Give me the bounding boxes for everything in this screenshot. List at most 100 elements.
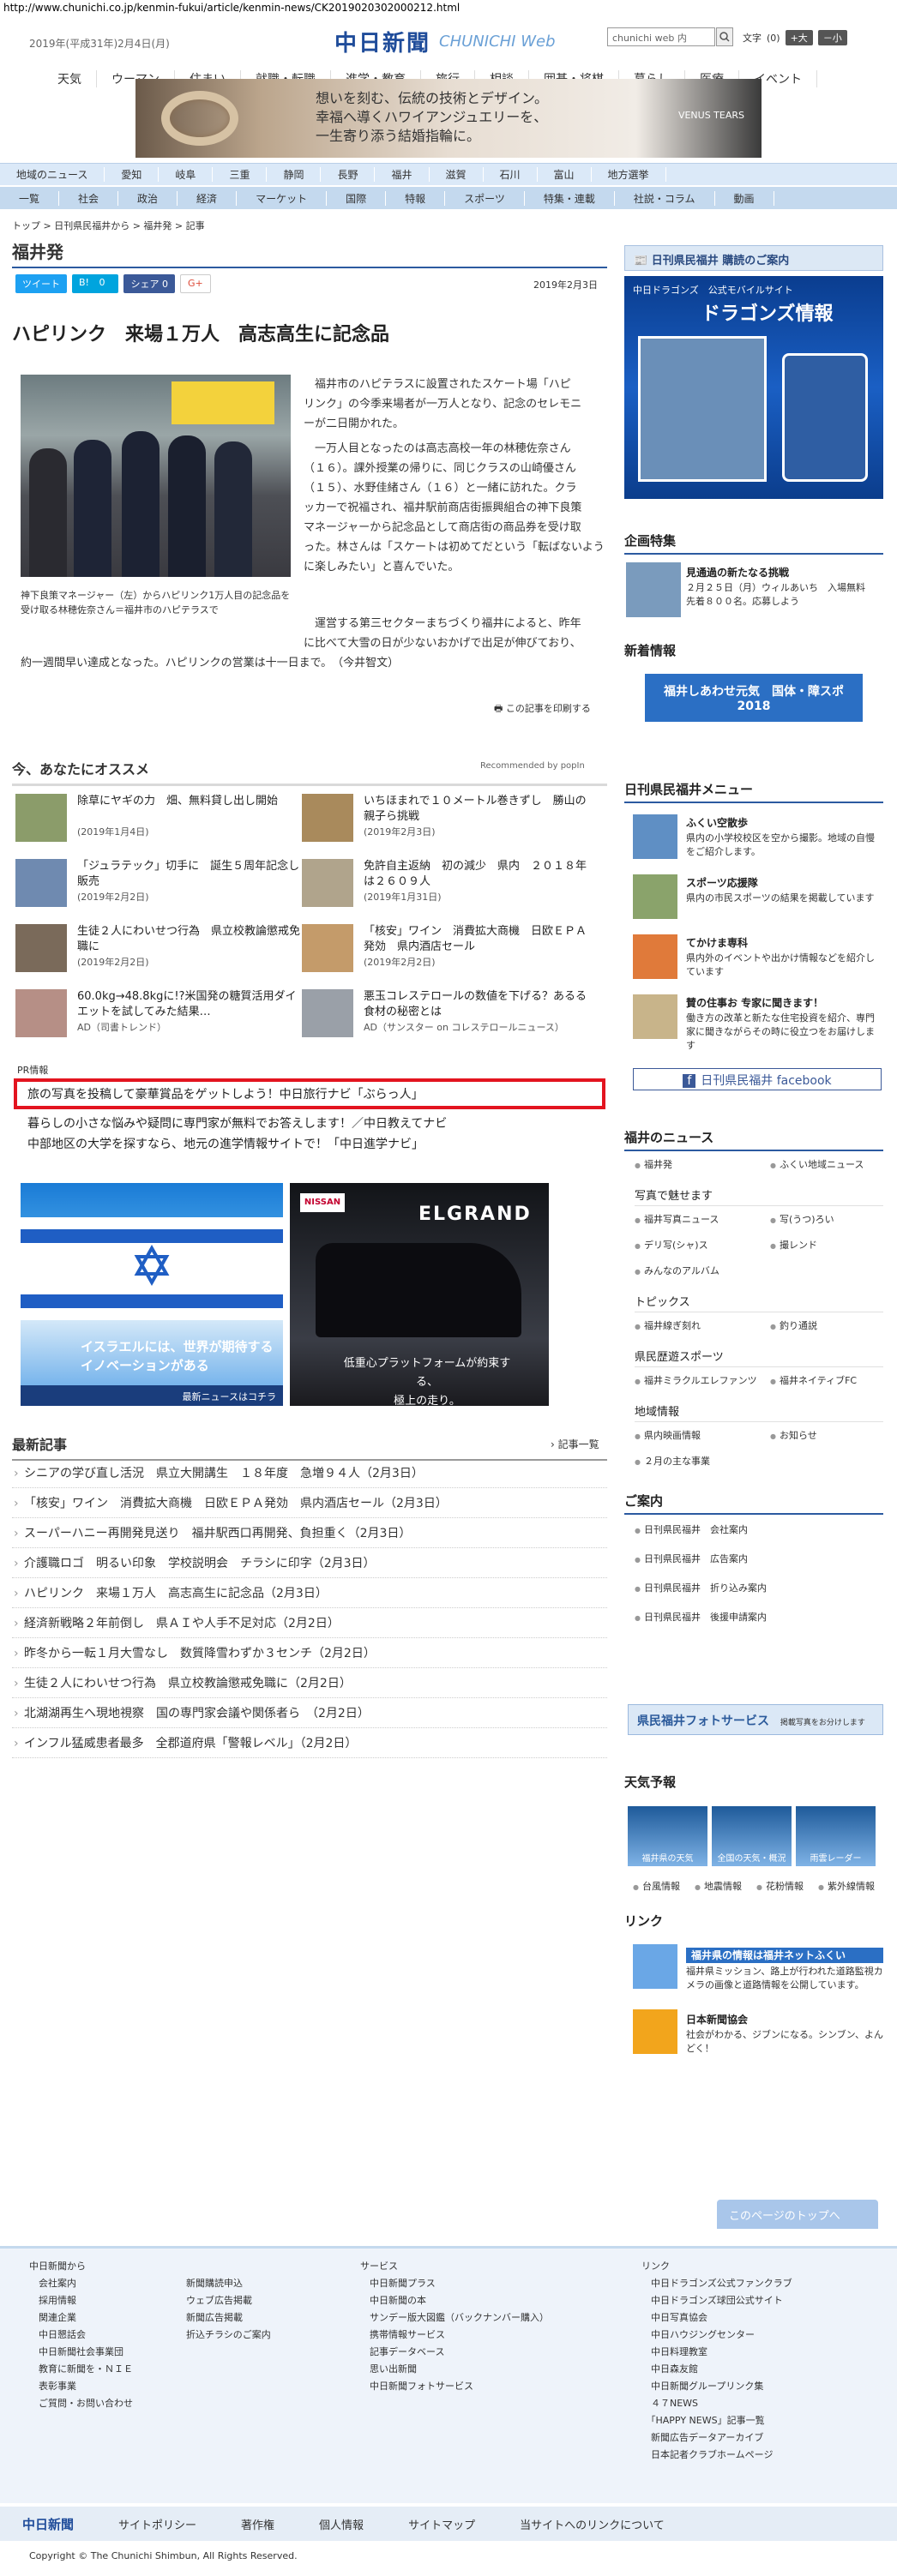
sidebar-link[interactable]: ふくい地域ニュース	[770, 1157, 864, 1171]
new-banner[interactable]: 福井しあわせ元気 国体・障スポ 2018	[645, 674, 863, 722]
link2-thumb[interactable]	[633, 2009, 677, 2054]
menu-item[interactable]: ふくい空散歩 県内の小学校校区を空から撮影。地域の自慢をご紹介します。	[686, 816, 883, 859]
region-nav-item[interactable]: 滋賀	[430, 167, 484, 182]
sidebar-link[interactable]: 日刊県民福井 会社案内	[635, 1522, 748, 1536]
menu-thumb[interactable]	[633, 874, 677, 919]
region-nav-item[interactable]: 愛知	[105, 167, 160, 182]
facebook-share-button[interactable]: シェア 0	[123, 274, 175, 293]
footer-link[interactable]: 中日料理教室	[641, 2344, 792, 2361]
category-nav-item[interactable]: 動画	[715, 190, 774, 206]
sidebar-link[interactable]: 撮レンド	[770, 1238, 817, 1252]
category-nav-item[interactable]: 特報	[386, 190, 446, 206]
link1-thumb[interactable]	[633, 1944, 677, 1989]
weather-national[interactable]: 全国の天気・概況	[712, 1806, 792, 1866]
sidebar-link[interactable]: ２月の主な事業	[635, 1454, 710, 1468]
footer-logo[interactable]: 中日新聞	[0, 2515, 96, 2533]
category-nav-item[interactable]: マーケット	[237, 190, 328, 206]
search-button[interactable]	[716, 27, 733, 46]
sidebar-link[interactable]: 台風情報	[633, 1879, 680, 1893]
sidebar-link[interactable]: 花粉情報	[756, 1879, 804, 1893]
category-nav-item[interactable]: 特集・連載	[525, 190, 615, 206]
site-logo[interactable]: 中日新聞 CHUNICHI Web	[334, 24, 556, 58]
footer-link[interactable]: 中日ドラゴンズ球団公式サイト	[641, 2292, 792, 2309]
footer-link[interactable]: 中日新聞社会事業団	[29, 2344, 133, 2361]
footer-link[interactable]: ご質問・お問い合わせ	[29, 2395, 133, 2412]
breadcrumb[interactable]: トップ > 日刊県民福井から > 福井発 > 記事	[12, 219, 205, 232]
region-nav-item[interactable]: 富山	[538, 167, 592, 182]
tweet-button[interactable]: ツイート	[15, 274, 67, 293]
to-top-button[interactable]: このページのトップへ	[717, 2200, 878, 2229]
sidebar-link[interactable]: デリ写(シャ)ス	[635, 1238, 708, 1252]
nissan-ad[interactable]: NISSAN ELGRAND 低重心プラットフォームが約束する、 極上の走り。	[290, 1183, 549, 1408]
menu-item[interactable]: てかけま専科 県内外のイベントや出かけ情報などを紹介しています	[686, 936, 883, 979]
menu-item[interactable]: スポーツ応援隊 県内の市民スポーツの結果を掲載しています	[686, 876, 883, 905]
region-nav-item[interactable]: 地方選挙	[592, 167, 666, 182]
latest-item[interactable]: 「核安」ワイン 消費拡大商機 日欧ＥＰＡ発効 県内酒店セール（2月3日）	[12, 1489, 607, 1518]
footer-link[interactable]: 中日森友館	[641, 2361, 792, 2378]
top-nav-item[interactable]: 天気	[43, 70, 97, 87]
font-size-up-button[interactable]: +大	[785, 30, 813, 45]
footer-bar-link[interactable]: 著作権	[219, 2516, 297, 2532]
category-nav-item[interactable]: 一覧	[0, 190, 60, 206]
latest-item[interactable]: シニアの学び直し活況 県立大開講生 １８年度 急増９４人（2月3日）	[12, 1459, 607, 1488]
sidebar-link[interactable]: 写(うつ)ろい	[770, 1212, 834, 1226]
subscribe-banner[interactable]: 📰 日刊県民福井 購読のご案内	[624, 245, 883, 271]
dragons-banner[interactable]: 中日ドラゴンズ 公式モバイルサイト ドラゴンズ情報	[624, 276, 883, 499]
israel-ad[interactable]: イスラエルには、世界が期待するイノベーションがある 最新ニュースはコチラ	[21, 1183, 283, 1406]
banner-ad[interactable]: 想いを刻む、伝統の技術とデザイン。 幸福へ導くハワイアンジュエリーを、 一生寄り…	[135, 79, 762, 158]
region-nav-item[interactable]: 石川	[484, 167, 538, 182]
category-nav-item[interactable]: 国際	[327, 190, 387, 206]
pr-highlight-link[interactable]: 旅の写真を投稿して豪華賞品をゲットしよう！中日旅行ナビ「ぶらっ人」	[14, 1078, 605, 1109]
link2-item[interactable]: 日本新聞協会 社会がわかる、ジブンになる。シンブン、よんどく！	[686, 2013, 883, 2056]
footer-link[interactable]: 日本記者クラブホームページ	[641, 2447, 792, 2464]
latest-item[interactable]: ハピリンク 来場１万人 高志高生に記念品（2月3日）	[12, 1579, 607, 1608]
photo-service-banner[interactable]: 県民福井フォトサービス 掲載写真をお分けします	[628, 1704, 883, 1735]
footer-bar-link[interactable]: サイトポリシー	[96, 2516, 219, 2532]
category-nav-item[interactable]: 社説・コラム	[615, 190, 715, 206]
category-nav-item[interactable]: スポーツ	[445, 190, 525, 206]
sidebar-link[interactable]: 福井ミラクルエレファンツ	[635, 1373, 757, 1387]
search-input[interactable]: chunichi web 内	[607, 27, 715, 46]
weather-fukui[interactable]: 福井県の天気	[628, 1806, 707, 1866]
region-nav-item[interactable]: 静岡	[267, 167, 322, 182]
footer-link[interactable]: 「HAPPY NEWS」記事一覧	[641, 2412, 792, 2429]
footer-link[interactable]: 新聞広告データアーカイブ	[641, 2429, 792, 2447]
font-size-down-button[interactable]: －小	[817, 30, 847, 45]
footer-link[interactable]: 採用情報	[29, 2292, 133, 2309]
pr-link-1[interactable]: 旅の写真を投稿して豪華賞品をゲットしよう！中日旅行ナビ「ぶらっ人」	[27, 1088, 424, 1102]
sidebar-link[interactable]: お知らせ	[770, 1428, 817, 1442]
footer-link[interactable]: 会社案内	[29, 2275, 133, 2292]
hatena-button[interactable]: B! 0	[72, 274, 119, 293]
recommend-item[interactable]: いちほまれで１０メートル巻きずし 勝山の親子ら挑戦 (2019年2月3日)	[302, 794, 593, 845]
menu-thumb[interactable]	[633, 814, 677, 859]
menu-thumb[interactable]	[633, 994, 677, 1039]
category-nav-item[interactable]: 政治	[118, 190, 178, 206]
footer-link[interactable]: ４７NEWS	[641, 2395, 792, 2412]
footer-bar-link[interactable]: 個人情報	[297, 2516, 386, 2532]
category-nav-item[interactable]: 経済	[178, 190, 238, 206]
region-nav-item[interactable]: 三重	[213, 167, 268, 182]
footer-link[interactable]: 関連企業	[29, 2309, 133, 2327]
kikaku-thumb[interactable]	[626, 562, 681, 617]
footer-link[interactable]: 中日新聞プラス	[360, 2275, 549, 2292]
region-nav-item[interactable]: 岐阜	[159, 167, 214, 182]
kikaku-item[interactable]: 見通過の新たなる挑戦 ２月２５日（月）ウィルあいち 入場無料 先着８００名。応募…	[686, 566, 883, 609]
footer-link[interactable]: 教育に新聞を・ＮＩＥ	[29, 2361, 133, 2378]
latest-item[interactable]: 北湖湖再生へ現地視察 国の専門家会議や関係者ら （2月2日）	[12, 1699, 607, 1728]
footer-bar-link[interactable]: サイトマップ	[386, 2516, 497, 2532]
footer-link[interactable]: 中日ドラゴンズ公式ファンクラブ	[641, 2275, 792, 2292]
sidebar-link[interactable]: 福井発	[635, 1157, 672, 1171]
sidebar-link[interactable]: みんなのアルバム	[635, 1264, 719, 1277]
sidebar-link[interactable]: 日刊県民福井 広告案内	[635, 1552, 748, 1565]
footer-link[interactable]: 中日新聞グループリンク集	[641, 2378, 792, 2395]
latest-item[interactable]: インフル猛威患者最多 全郡道府県「警報レベル」（2月2日）	[12, 1729, 607, 1758]
sidebar-link[interactable]: 釣り通説	[770, 1318, 817, 1332]
sidebar-link[interactable]: 県内映画情報	[635, 1428, 701, 1442]
link1-item[interactable]: 福井県の情報は福井ネットふくい 福井県ミッション、路上が行われた道路監視カメラの…	[686, 1948, 883, 1992]
recommend-item[interactable]: 悪玉コレステロールの数値を下げる？あるる食材の秘密とは AD（サンスター on コ…	[302, 989, 593, 1041]
recommend-item[interactable]: 除草にヤギの力 畑、無料貸し出し開始 (2019年1月4日)	[15, 794, 307, 845]
sidebar-link[interactable]: 日刊県民福井 後援申請案内	[635, 1610, 767, 1624]
footer-link[interactable]: 折込チラシのご案内	[177, 2327, 271, 2344]
menu-thumb[interactable]	[633, 934, 677, 979]
latest-item[interactable]: 生徒２人にわいせつ行為 県立校教論懲戒免職に（2月2日）	[12, 1669, 607, 1698]
